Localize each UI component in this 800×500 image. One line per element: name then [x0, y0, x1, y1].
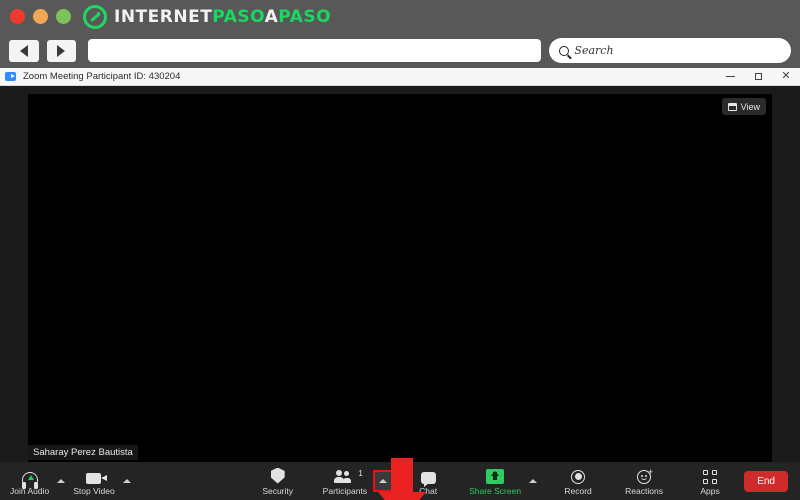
zoom-close-button[interactable]: ✕ — [772, 68, 800, 86]
zoom-titlebar: Zoom Meeting Participant ID: 430204 ✕ — [0, 68, 800, 86]
brand-part-paso1: PASO — [212, 6, 265, 27]
chevron-up-icon — [122, 479, 131, 483]
share-options-caret[interactable] — [525, 462, 541, 500]
stop-video-button[interactable]: Stop Video — [69, 462, 118, 500]
apps-button[interactable]: Apps — [687, 462, 733, 500]
audio-options-caret[interactable] — [53, 462, 69, 500]
apps-label: Apps — [700, 485, 720, 496]
participants-button[interactable]: 1 Participants — [319, 462, 371, 500]
zoom-restore-button[interactable] — [744, 68, 772, 86]
chevron-up-icon — [57, 479, 66, 483]
forward-button[interactable] — [46, 39, 77, 62]
record-circle-icon — [571, 467, 586, 484]
zoom-window-title: Zoom Meeting Participant ID: 430204 — [23, 71, 181, 82]
zoom-meeting-window: Zoom Meeting Participant ID: 430204 ✕ Vi… — [0, 68, 800, 500]
zoom-video-icon — [5, 72, 16, 81]
brand-part-internet: INTERNET — [114, 6, 213, 27]
camera-icon — [86, 467, 108, 484]
brand-part-a: A — [264, 6, 279, 27]
people-icon: 1 — [333, 467, 363, 484]
meeting-controls-toolbar: Join Audio Stop Video Security 1 Partici… — [0, 462, 800, 500]
zoom-minimize-button[interactable] — [716, 68, 744, 86]
layout-grid-icon — [727, 102, 737, 111]
record-label: Record — [564, 485, 592, 496]
zoom-window-controls: ✕ — [716, 68, 800, 86]
video-options-caret[interactable] — [119, 462, 135, 500]
share-screen-button[interactable]: Share Screen — [465, 462, 525, 500]
chat-button[interactable]: Chat — [405, 462, 451, 500]
back-arrow-icon — [19, 44, 28, 57]
record-button[interactable]: Record — [555, 462, 601, 500]
circle-arrow-logo-icon — [83, 4, 107, 29]
security-label: Security — [262, 485, 294, 496]
video-canvas: View Saharay Perez Bautista — [28, 94, 772, 462]
search-input-placeholder: Search — [574, 44, 614, 57]
reactions-label: Reactions — [625, 485, 663, 496]
minimize-icon — [725, 76, 735, 77]
shield-icon — [270, 467, 285, 484]
close-window-button[interactable] — [10, 9, 25, 24]
view-button-label: View — [740, 101, 760, 112]
chevron-up-icon — [529, 479, 538, 483]
close-icon: ✕ — [781, 70, 791, 82]
reactions-button[interactable]: + Reactions — [621, 462, 667, 500]
participant-name-badge: Saharay Perez Bautista — [28, 445, 138, 460]
share-screen-icon — [486, 467, 505, 484]
stop-video-label: Stop Video — [73, 485, 115, 496]
smiley-plus-icon: + — [637, 467, 653, 484]
end-meeting-button[interactable]: End — [744, 470, 788, 492]
browser-toolbar: Search — [0, 33, 800, 68]
back-button[interactable] — [9, 39, 39, 62]
search-box[interactable]: Search — [549, 38, 791, 63]
chat-bubble-icon — [420, 467, 436, 487]
search-icon — [559, 45, 570, 56]
chat-label: Chat — [419, 485, 438, 496]
join-audio-button[interactable]: Join Audio — [6, 462, 53, 500]
participants-options-caret[interactable] — [373, 470, 394, 492]
screenshot-root: INTERNETPASOAPASO Search Zoom Meeting Pa… — [0, 0, 800, 500]
minimize-window-button[interactable] — [33, 9, 48, 24]
brand-part-paso2: PASO — [278, 6, 332, 27]
security-button[interactable]: Security — [255, 462, 301, 500]
window-traffic-lights — [10, 9, 71, 24]
headset-icon — [21, 467, 38, 489]
participants-label: Participants — [322, 485, 368, 496]
chevron-up-icon — [379, 479, 388, 483]
participants-count: 1 — [358, 468, 363, 478]
meeting-stage: View Saharay Perez Bautista — [0, 86, 800, 462]
site-logo: INTERNETPASOAPASO — [83, 4, 331, 29]
apps-grid-icon — [703, 467, 718, 484]
restore-icon — [754, 73, 762, 80]
encryption-status-button[interactable] — [5, 90, 19, 105]
maximize-window-button[interactable] — [56, 9, 71, 24]
brand-wordmark: INTERNETPASOAPASO — [114, 7, 331, 27]
address-bar-input[interactable] — [88, 39, 542, 62]
forward-arrow-icon — [57, 44, 66, 57]
share-screen-label: Share Screen — [469, 485, 522, 496]
join-audio-label: Join Audio — [10, 485, 50, 496]
view-button[interactable]: View — [721, 98, 766, 115]
browser-titlebar: INTERNETPASOAPASO — [0, 0, 800, 33]
